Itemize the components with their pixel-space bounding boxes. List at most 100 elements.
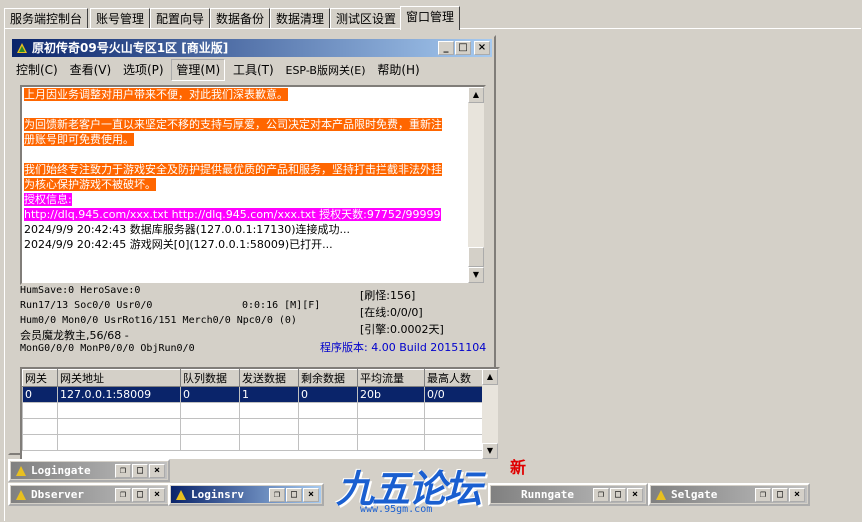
log-text: http://dlq.945.com/xxx.txt http://dlq.94… [24,208,441,221]
empty-cell [22,434,58,451]
mini-title: Dbserver [31,488,84,501]
restore-icon[interactable]: ❐ [115,464,131,478]
restore-icon[interactable]: ❐ [269,488,285,502]
app-icon [176,490,186,500]
stat-engine: [引擎:0.0002天] [360,323,444,336]
tab-test-settings[interactable]: 测试区设置 [330,8,403,29]
mini-window-logingate[interactable]: Logingate ❐ □ × [8,459,170,482]
maximize-icon[interactable]: □ [610,488,626,502]
table-cell: 1 [239,386,299,403]
mini-title: Logingate [31,464,91,477]
log-line: 册账号即可免费使用。 [22,132,484,147]
minimize-icon[interactable]: _ [438,41,454,55]
column-header[interactable]: 平均流量 [357,369,425,387]
restore-icon[interactable]: ❐ [593,488,609,502]
mini-window-loginsrv[interactable]: Loginsrv ❐ □ × [168,483,324,506]
window-titlebar[interactable]: 原初传奇09号火山专区1区 [商业版] _ □ × [12,39,492,57]
log-line: http://dlq.945.com/xxx.txt http://dlq.94… [22,207,484,222]
empty-cell [357,434,425,451]
close-icon[interactable]: × [303,488,319,502]
menu-options[interactable]: 选项(P) [119,60,168,80]
empty-cell [424,402,488,419]
scroll-down-icon[interactable]: ▼ [468,267,484,283]
menu-manage[interactable]: 管理(M) [171,59,226,81]
column-header[interactable]: 剩余数据 [298,369,358,387]
grid-scrollbar[interactable]: ▲ ▼ [482,369,498,459]
status-panel: HumSave:0 HeroSave:0 Run17/13 Soc0/0 Usr… [20,285,498,359]
log-line: 授权信息: [22,192,484,207]
maximize-icon[interactable]: □ [286,488,302,502]
logo-url: www.95gm.com [360,504,433,515]
menu-view[interactable]: 查看(V) [66,60,116,80]
column-header[interactable]: 发送数据 [239,369,299,387]
log-line: 我们始终专注致力于游戏安全及防护提供最优质的产品和服务，坚持打击拦截非法外挂 [22,162,484,177]
column-header[interactable]: 最高人数 [424,369,488,387]
menu-help[interactable]: 帮助(H) [373,60,423,80]
menu-esp-gateway[interactable]: ESP-B版网关(E) [282,61,370,81]
table-cell: 0/0 [424,386,488,403]
table-cell: 0 [180,386,240,403]
log-text: 上月因业务调整对用户带来不便，对此我们深表歉意。 [24,88,288,101]
log-text: 2024/9/9 20:42:43 数据库服务器(127.0.0.1:17130… [24,223,351,236]
empty-cell [424,418,488,435]
tab-console[interactable]: 服务端控制台 [4,8,89,29]
close-icon[interactable]: × [474,41,490,55]
mini-window-selgate[interactable]: Selgate ❐ □ × [648,483,810,506]
close-icon[interactable]: × [789,488,805,502]
stat-member: 会员魔龙教主,56/68 - [20,329,129,342]
mini-window-dbserver[interactable]: Dbserver ❐ □ × [8,483,170,506]
menu-control[interactable]: 控制(C) [12,60,62,80]
maximize-icon[interactable]: □ [132,488,148,502]
maximize-icon[interactable]: □ [455,41,471,55]
empty-cell [57,418,181,435]
restore-icon[interactable]: ❐ [755,488,771,502]
log-textarea[interactable]: 上月因业务调整对用户带来不便，对此我们深表歉意。为回馈新老客户一直以来坚定不移的… [20,85,486,285]
version-label: 程序版本: 4.00 Build 20151104 [320,341,487,354]
tab-backup[interactable]: 数据备份 [210,8,271,29]
stat-hum: Hum0/0 Mon0/0 UsrRot16/151 Merch0/0 Npc0… [20,315,297,326]
log-scrollbar[interactable]: ▲ ▼ [468,87,484,283]
empty-cell [298,434,358,451]
empty-cell [57,434,181,451]
close-icon[interactable]: × [149,464,165,478]
close-icon[interactable]: × [627,488,643,502]
grid-scroll-up-icon[interactable]: ▲ [482,369,498,385]
gateway-table: 网关 网关地址 队列数据 发送数据 剩余数据 平均流量 最高人数 0 127.0.0.1:58… [22,369,488,451]
empty-row [22,434,488,451]
empty-row [22,402,488,419]
window-title: 原初传奇09号火山专区1区 [商业版] [32,41,229,55]
empty-cell [424,434,488,451]
close-icon[interactable]: × [149,488,165,502]
table-row[interactable]: 0 127.0.0.1:58009 0 1 0 20b 0/0 [22,386,488,403]
tab-config-wizard[interactable]: 配置向导 [150,8,211,29]
log-text: 为核心保护游戏不被破坏。 [24,178,156,191]
gateway-grid[interactable]: 网关 网关地址 队列数据 发送数据 剩余数据 平均流量 最高人数 0 127.0.0.1:58… [20,367,500,461]
tab-accounts[interactable]: 账号管理 [90,8,151,29]
log-line: 为回馈新老客户一直以来坚定不移的支持与厚爱，公司决定对本产品限时免费，重新注 [22,117,484,132]
app-icon [17,43,27,53]
menu-tools[interactable]: 工具(T) [229,60,278,80]
maximize-icon[interactable]: □ [132,464,148,478]
main-server-window: 原初传奇09号火山专区1区 [商业版] _ □ × 控制(C) 查看(V) 选项(P… [8,35,500,461]
empty-cell [357,402,425,419]
maximize-icon[interactable]: □ [772,488,788,502]
restore-icon[interactable]: ❐ [115,488,131,502]
column-header[interactable]: 网关地址 [57,369,181,387]
stat-time: 0:0:16 [M][F] [242,300,321,311]
empty-cell [357,418,425,435]
column-header[interactable]: 队列数据 [180,369,240,387]
scroll-up-icon[interactable]: ▲ [468,87,484,103]
tab-cleanup[interactable]: 数据清理 [270,8,331,29]
scroll-thumb[interactable] [468,247,484,267]
empty-cell [180,434,240,451]
column-header[interactable]: 网关 [22,369,58,387]
app-icon [16,466,26,476]
empty-cell [239,418,299,435]
app-icon [656,490,666,500]
tab-window-manager[interactable]: 窗口管理 [400,6,461,30]
log-text: 2024/9/9 20:42:45 游戏网关[0](127.0.0.1:5800… [24,238,333,251]
app-icon [16,490,26,500]
log-text: 册账号即可免费使用。 [24,133,134,146]
